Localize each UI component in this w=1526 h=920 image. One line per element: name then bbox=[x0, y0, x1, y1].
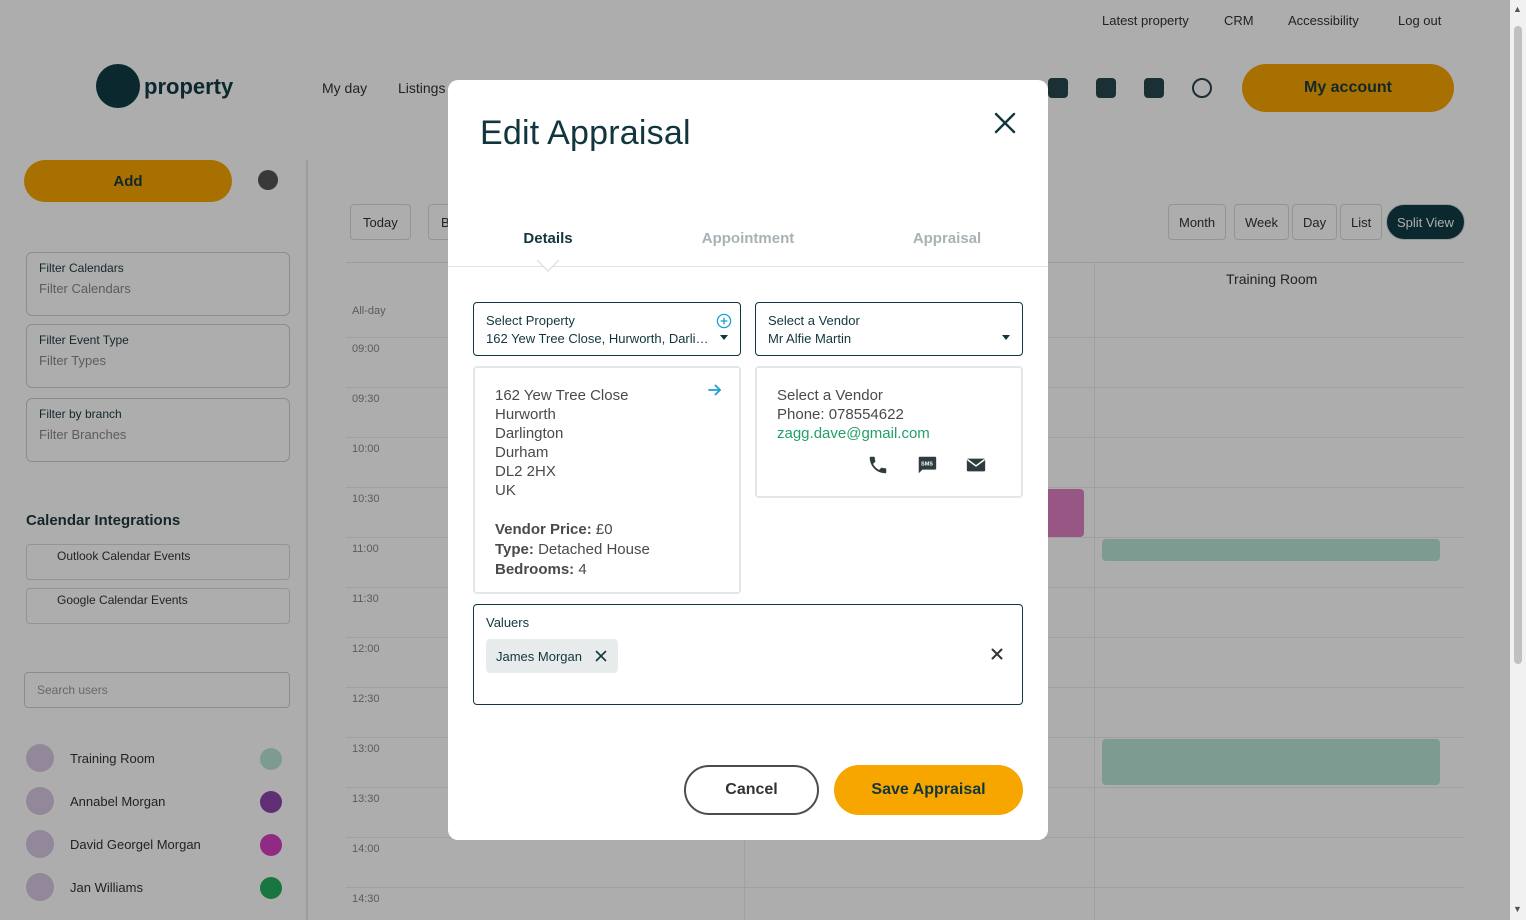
property-select[interactable]: Select Property 162 Yew Tree Close, Hurw… bbox=[473, 302, 741, 356]
vendor-email-link[interactable]: zagg.dave@gmail.com bbox=[777, 424, 1001, 443]
sms-icon[interactable]: SMS bbox=[916, 454, 938, 476]
vendor-price-value: £0 bbox=[595, 521, 613, 538]
address-line: Darlington bbox=[495, 425, 564, 442]
vendor-details-card: Select a Vendor Phone: 078554622 zagg.da… bbox=[755, 366, 1023, 498]
property-select-label: Select Property bbox=[486, 313, 575, 328]
address-line: DL2 2HX bbox=[495, 463, 556, 480]
sms-icon-label: SMS bbox=[921, 461, 933, 467]
address-line: Hurworth bbox=[495, 406, 556, 423]
vendor-phone: Phone: 078554622 bbox=[777, 406, 904, 423]
save-appraisal-button[interactable]: Save Appraisal bbox=[834, 765, 1023, 815]
address-line: 162 Yew Tree Close bbox=[495, 387, 629, 404]
add-property-icon[interactable] bbox=[716, 313, 732, 329]
valuer-chip: James Morgan bbox=[486, 639, 618, 673]
chevron-down-icon bbox=[720, 335, 728, 340]
bedrooms-row: Bedrooms: 4 bbox=[495, 560, 719, 580]
tab-appraisal[interactable]: Appraisal bbox=[847, 230, 1047, 247]
close-icon bbox=[994, 112, 1016, 134]
vendor-select[interactable]: Select a Vendor Mr Alfie Martin bbox=[755, 302, 1023, 356]
vendor-name: Select a Vendor bbox=[777, 387, 883, 404]
address-line: Durham bbox=[495, 444, 549, 461]
modal-title: Edit Appraisal bbox=[480, 114, 691, 152]
address-line: UK bbox=[495, 482, 516, 499]
bedrooms-label: Bedrooms: bbox=[495, 561, 575, 578]
valuers-multiselect[interactable]: Valuers James Morgan bbox=[473, 604, 1023, 705]
remove-chip-icon[interactable] bbox=[594, 649, 608, 663]
scroll-down-icon[interactable]: ▼ bbox=[1513, 904, 1522, 914]
property-select-value: 162 Yew Tree Close, Hurworth, Darlington… bbox=[486, 331, 714, 346]
tab-appointment[interactable]: Appointment bbox=[648, 230, 848, 247]
email-icon[interactable] bbox=[965, 454, 987, 476]
vendor-price-label: Vendor Price: bbox=[495, 521, 592, 538]
cancel-button[interactable]: Cancel bbox=[684, 765, 819, 815]
tab-details[interactable]: Details bbox=[448, 230, 648, 247]
edit-appraisal-modal: Edit Appraisal Details Appointment Appra… bbox=[448, 80, 1048, 840]
valuers-label: Valuers bbox=[486, 615, 530, 630]
vendor-select-value: Mr Alfie Martin bbox=[768, 331, 852, 346]
scrollbar-thumb[interactable] bbox=[1514, 26, 1522, 664]
clear-all-icon[interactable] bbox=[990, 647, 1004, 661]
arrow-right-icon[interactable] bbox=[707, 382, 723, 398]
valuer-chip-label: James Morgan bbox=[496, 648, 582, 664]
property-details-card: 162 Yew Tree Close Hurworth Darlington D… bbox=[473, 366, 741, 594]
close-button[interactable] bbox=[988, 106, 1022, 140]
scroll-up-icon[interactable]: ▲ bbox=[1513, 4, 1522, 14]
vendor-select-label: Select a Vendor bbox=[768, 313, 860, 328]
active-tab-indicator bbox=[536, 259, 560, 272]
phone-icon[interactable] bbox=[867, 454, 889, 476]
property-type-value: Detached House bbox=[538, 541, 650, 558]
property-type-row: Type: Detached House bbox=[495, 540, 719, 560]
bedrooms-value: 4 bbox=[578, 561, 587, 578]
vendor-price-row: Vendor Price: £0 bbox=[495, 520, 719, 540]
chevron-down-icon bbox=[1002, 335, 1010, 340]
property-type-label: Type: bbox=[495, 541, 534, 558]
